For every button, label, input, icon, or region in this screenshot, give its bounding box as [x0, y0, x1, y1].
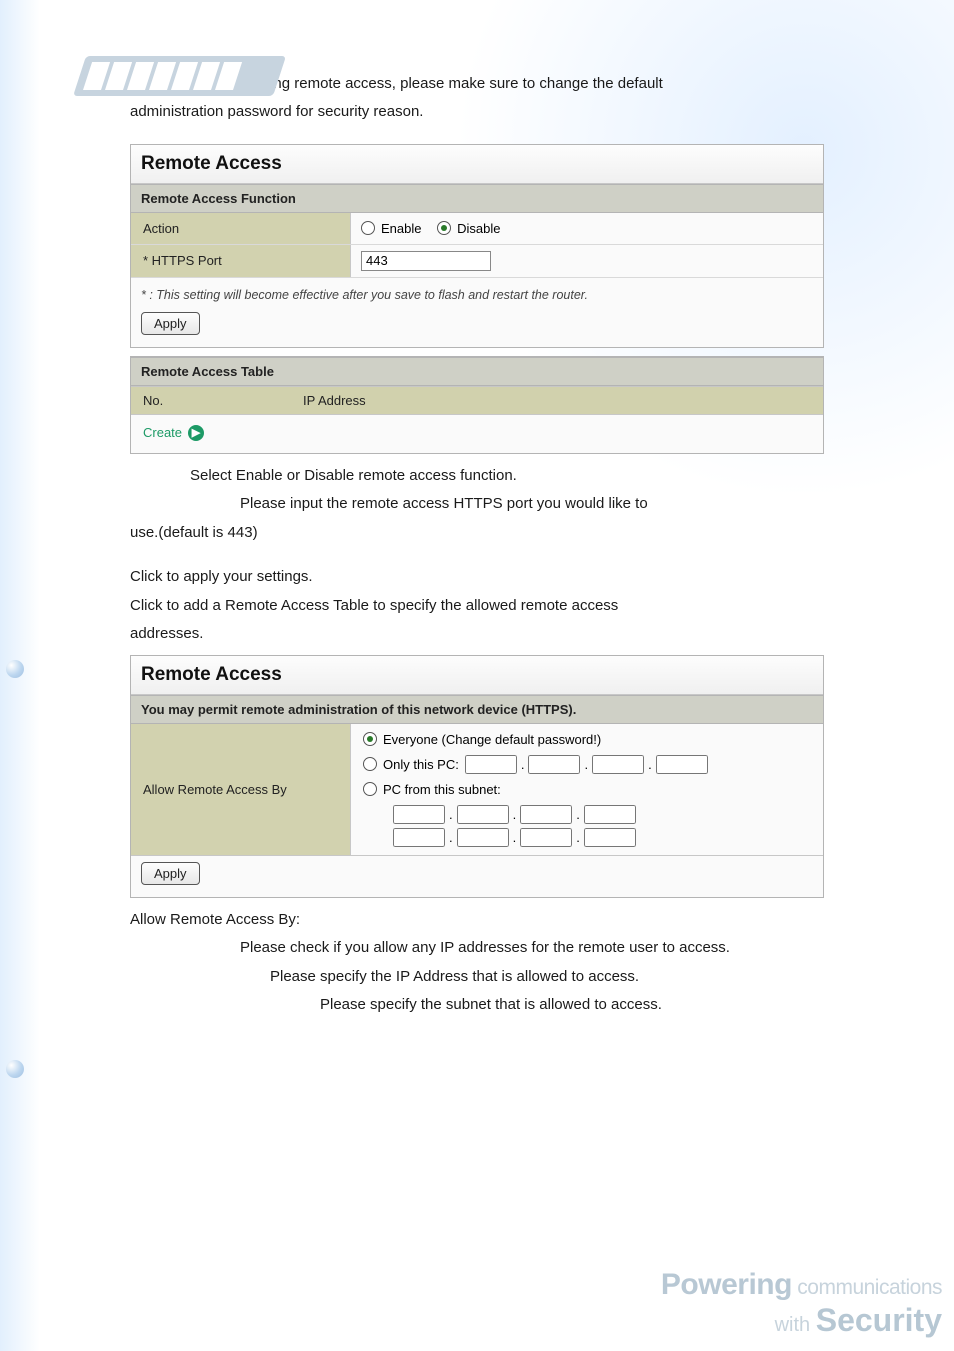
mid-l1: Select Enable or Disable remote access f…: [130, 462, 824, 491]
footer-powering: Powering: [661, 1268, 792, 1301]
only-ip-2[interactable]: [528, 755, 580, 774]
post-p2: Please specify the IP Address that is al…: [130, 963, 824, 992]
section-remote-table: Remote Access Table: [131, 357, 823, 386]
subnet-mask-2[interactable]: [457, 828, 509, 847]
create-link[interactable]: Create ▶: [143, 425, 204, 441]
restart-note: * : This setting will become effective a…: [131, 278, 823, 306]
table-header-row: No. IP Address: [131, 386, 823, 415]
dot-icon: [6, 1060, 24, 1078]
only-ip-3[interactable]: [592, 755, 644, 774]
subnet-mask-4[interactable]: [584, 828, 636, 847]
radio-enable[interactable]: [361, 221, 375, 235]
post-p1: Please check if you allow any IP address…: [130, 934, 824, 963]
subnet-ip-1[interactable]: [393, 805, 445, 824]
subnet-mask-3[interactable]: [520, 828, 572, 847]
apply-button-2[interactable]: Apply: [141, 862, 200, 885]
https-port-input[interactable]: [361, 251, 491, 271]
col-no: No.: [131, 387, 291, 414]
opt-everyone-label: Everyone (Change default password!): [383, 732, 601, 747]
mid-l5: Click to add a Remote Access Table to sp…: [130, 592, 824, 621]
footer-brand: Powering communications with Security: [661, 1268, 942, 1339]
row-https-port: * HTTPS Port: [131, 245, 823, 278]
mid-l4: Click to apply your settings.: [130, 563, 824, 592]
footer-with: with: [775, 1314, 816, 1336]
mid-l2: Please input the remote access HTTPS por…: [130, 490, 824, 519]
radio-disable[interactable]: [437, 221, 451, 235]
mid-l3: use.(default is 443): [130, 519, 824, 548]
post-text: Allow Remote Access By: Please check if …: [130, 906, 824, 1020]
mid-text: Select Enable or Disable remote access f…: [130, 462, 824, 649]
subnet-mask-1[interactable]: [393, 828, 445, 847]
footer-comm: communications: [792, 1276, 942, 1299]
subnet-ip-2[interactable]: [457, 805, 509, 824]
remote-access-panel: Remote Access Remote Access Function Act…: [130, 144, 824, 348]
action-label: Action: [131, 213, 351, 244]
brand-logo: [58, 50, 298, 106]
https-port-label: * HTTPS Port: [131, 245, 351, 277]
panel2-subhead: You may permit remote administration of …: [131, 695, 823, 724]
only-ip-4[interactable]: [656, 755, 708, 774]
remote-access-table-panel: Remote Access Table No. IP Address Creat…: [130, 356, 824, 454]
col-ip: IP Address: [291, 387, 823, 414]
allow-label: Allow Remote Access By: [131, 724, 351, 856]
radio-everyone[interactable]: [363, 732, 377, 746]
panel-title: Remote Access: [131, 145, 823, 184]
panel2-title: Remote Access: [131, 656, 823, 695]
remote-access-config-panel: Remote Access You may permit remote admi…: [130, 655, 824, 898]
enable-label: Enable: [381, 221, 421, 236]
section-remote-function: Remote Access Function: [131, 184, 823, 213]
apply-button[interactable]: Apply: [141, 312, 200, 335]
radio-subnet[interactable]: [363, 782, 377, 796]
footer-security: Security: [816, 1302, 942, 1338]
row-action: Action Enable Disable: [131, 213, 823, 245]
opt-subnet-label: PC from this subnet:: [383, 782, 501, 797]
disable-label: Disable: [457, 221, 500, 236]
opt-only-label: Only this PC:: [383, 757, 459, 772]
only-ip-1[interactable]: [465, 755, 517, 774]
subnet-ip-4[interactable]: [584, 805, 636, 824]
create-label: Create: [143, 425, 182, 440]
post-p3: Please specify the subnet that is allowe…: [130, 991, 824, 1020]
radio-only-pc[interactable]: [363, 757, 377, 771]
plus-icon: ▶: [188, 425, 204, 441]
subnet-ip-3[interactable]: [520, 805, 572, 824]
allow-row: Allow Remote Access By Everyone (Change …: [131, 724, 823, 856]
mid-l6: addresses.: [130, 620, 824, 649]
post-h: Allow Remote Access By:: [130, 906, 824, 935]
